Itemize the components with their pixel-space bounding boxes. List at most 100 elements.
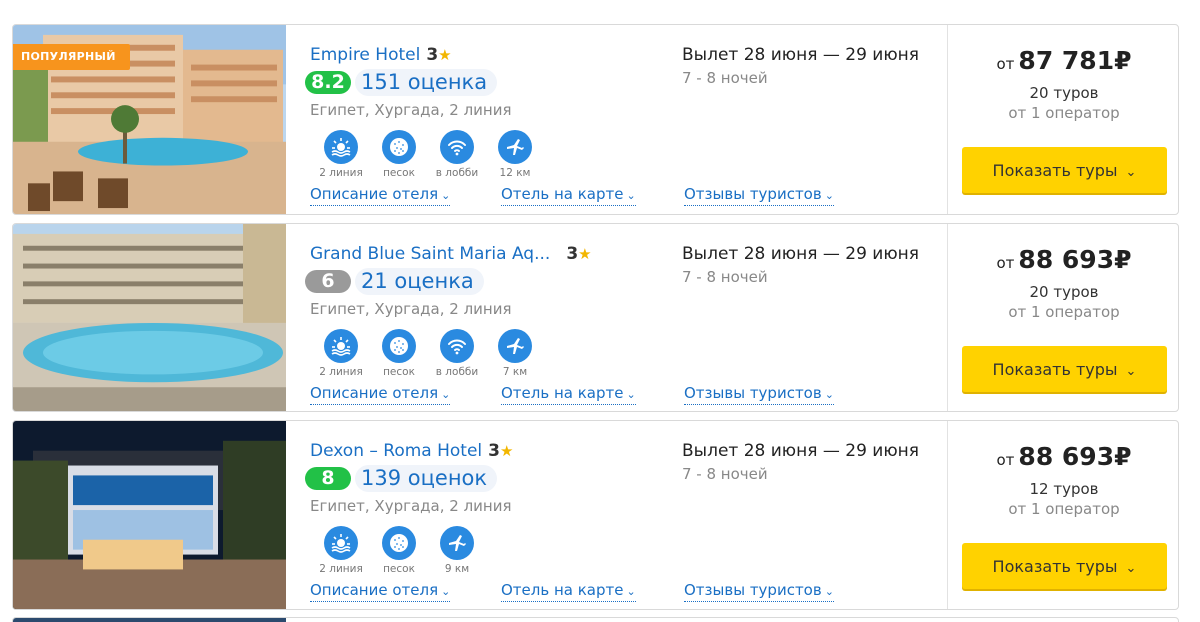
description-link[interactable]: Описание отеля ⌄ <box>310 384 451 405</box>
departure-dates: Вылет 28 июня — 29 июня <box>682 441 919 461</box>
hotel-photo[interactable] <box>13 618 286 622</box>
map-link[interactable]: Отель на карте ⌄ <box>501 581 636 602</box>
hotel-photo-image <box>13 224 286 411</box>
rating-row[interactable]: 8 139 оценок <box>305 465 498 492</box>
hotel-location: Египет, Хургада, 2 линия <box>310 101 512 119</box>
airport-icon[interactable] <box>498 329 532 363</box>
description-link-label: Описание отеля <box>310 384 439 402</box>
amenity-item: песок <box>370 526 428 575</box>
map-link[interactable]: Отель на карте ⌄ <box>501 384 636 405</box>
beach-line-icon[interactable] <box>324 526 358 560</box>
reviews-count[interactable]: 139 оценок <box>355 465 498 492</box>
hotel-card-partial <box>12 617 1179 622</box>
beach-line-icon[interactable] <box>324 130 358 164</box>
hotel-stars: 3★ <box>566 244 591 264</box>
show-tours-button[interactable]: Показать туры ⌄ <box>962 543 1167 589</box>
amenity-label: 2 линия <box>319 563 363 575</box>
rating-badge: 8 <box>305 467 351 490</box>
departure-dates: Вылет 28 июня — 29 июня <box>682 45 919 65</box>
amenity-item: 12 км <box>486 130 544 179</box>
sand-icon[interactable] <box>382 130 416 164</box>
flight-dates: Вылет 28 июня — 29 июня 7 - 8 ночей <box>682 244 942 286</box>
amenity-item: в лобби <box>428 329 486 378</box>
amenity-label: песок <box>383 563 415 575</box>
amenity-item: 2 линия <box>312 130 370 179</box>
description-link[interactable]: Описание отеля ⌄ <box>310 581 451 602</box>
rating-row[interactable]: 6 21 оценка <box>305 268 484 295</box>
nights-count: 7 - 8 ночей <box>682 69 768 87</box>
chevron-down-icon: ⌄ <box>824 189 834 202</box>
show-tours-label: Показать туры <box>992 556 1118 576</box>
hotel-card: Dexon – Roma Hotel 3★ 8 139 оценок Египет… <box>12 420 1179 610</box>
wifi-icon[interactable] <box>440 130 474 164</box>
hotel-name-link[interactable]: Empire Hotel <box>310 45 420 65</box>
airport-icon[interactable] <box>440 526 474 560</box>
flight-dates: Вылет 28 июня — 29 июня 7 - 8 ночей <box>682 45 942 87</box>
amenity-item: 2 линия <box>312 526 370 575</box>
hotel-card: ПОПУЛЯРНЫЙ Empire Hotel 3★ 8.2 151 оценка… <box>12 24 1179 215</box>
reviews-link[interactable]: Отзывы туристов ⌄ <box>684 185 834 206</box>
show-tours-button[interactable]: Показать туры ⌄ <box>962 346 1167 392</box>
amenities-list: 2 линия песок в лобби 7 км <box>312 329 544 378</box>
rating-badge: 6 <box>305 270 351 293</box>
reviews-link[interactable]: Отзывы туристов ⌄ <box>684 384 834 405</box>
chevron-down-icon: ⌄ <box>1125 560 1137 576</box>
reviews-link[interactable]: Отзывы туристов ⌄ <box>684 581 834 602</box>
hotel-stars: 3★ <box>488 441 513 461</box>
show-tours-label: Показать туры <box>992 359 1118 379</box>
amenity-label: 12 км <box>499 167 531 179</box>
description-link-label: Описание отеля <box>310 581 439 599</box>
rating-badge: 8.2 <box>305 71 351 94</box>
map-link-label: Отель на карте <box>501 185 624 203</box>
hotel-stars: 3★ <box>426 45 451 65</box>
sand-icon[interactable] <box>382 329 416 363</box>
price-column: от 88 693₽ 12 туров от 1 оператор Показат… <box>947 421 1178 609</box>
show-tours-button[interactable]: Показать туры ⌄ <box>962 147 1167 193</box>
hotel-photo[interactable]: ПОПУЛЯРНЫЙ <box>13 25 286 214</box>
hotel-name-row: Grand Blue Saint Maria Aq... 3★ <box>310 244 592 264</box>
chevron-down-icon: ⌄ <box>1125 363 1137 379</box>
airport-icon[interactable] <box>498 130 532 164</box>
chevron-down-icon: ⌄ <box>824 585 834 598</box>
price: от 88 693₽ <box>948 245 1178 274</box>
tours-count: 20 туров <box>1029 283 1099 301</box>
stars-count: 3 <box>488 441 500 461</box>
reviews-link-label: Отзывы туристов <box>684 581 822 599</box>
stars-count: 3 <box>566 244 579 264</box>
price-column: от 88 693₽ 20 туров от 1 оператор Показат… <box>947 224 1178 411</box>
price-column: от 87 781₽ 20 туров от 1 оператор Показат… <box>947 25 1178 214</box>
reviews-count[interactable]: 151 оценка <box>355 69 498 96</box>
map-link[interactable]: Отель на карте ⌄ <box>501 185 636 206</box>
operators-count: от 1 оператор <box>1008 303 1120 321</box>
price-from: от <box>996 254 1015 272</box>
sand-icon[interactable] <box>382 526 416 560</box>
description-link[interactable]: Описание отеля ⌄ <box>310 185 451 206</box>
operators-count: от 1 оператор <box>1008 104 1120 122</box>
tours-count: 12 туров <box>1029 480 1099 498</box>
amenity-label: 2 линия <box>319 366 363 378</box>
amenity-item: 9 км <box>428 526 486 575</box>
chevron-down-icon: ⌄ <box>824 388 834 401</box>
reviews-link-label: Отзывы туристов <box>684 185 822 203</box>
rating-row[interactable]: 8.2 151 оценка <box>305 69 498 96</box>
amenity-label: 7 км <box>502 366 528 378</box>
hotel-location: Египет, Хургада, 2 линия <box>310 300 512 318</box>
hotel-name-link[interactable]: Grand Blue Saint Maria Aq... <box>310 244 550 264</box>
beach-line-icon[interactable] <box>324 329 358 363</box>
price: от 87 781₽ <box>948 46 1178 75</box>
hotel-name-link[interactable]: Dexon – Roma Hotel <box>310 441 482 461</box>
hotel-links: Описание отеля ⌄ Отель на карте ⌄ Отзывы т… <box>310 581 870 602</box>
hotel-name-row: Dexon – Roma Hotel 3★ <box>310 441 513 461</box>
chevron-down-icon: ⌄ <box>441 388 451 401</box>
popular-badge: ПОПУЛЯРНЫЙ <box>13 44 130 70</box>
hotel-photo[interactable] <box>13 224 286 411</box>
price-value: 88 693₽ <box>1018 245 1132 274</box>
hotel-photo-image <box>13 421 286 609</box>
map-link-label: Отель на карте <box>501 384 624 402</box>
wifi-icon[interactable] <box>440 329 474 363</box>
hotel-card: Grand Blue Saint Maria Aq... 3★ 6 21 оцен… <box>12 223 1179 412</box>
reviews-count[interactable]: 21 оценка <box>355 268 484 295</box>
amenity-label: песок <box>383 167 415 179</box>
flight-dates: Вылет 28 июня — 29 июня 7 - 8 ночей <box>682 441 942 483</box>
hotel-photo[interactable] <box>13 421 286 609</box>
